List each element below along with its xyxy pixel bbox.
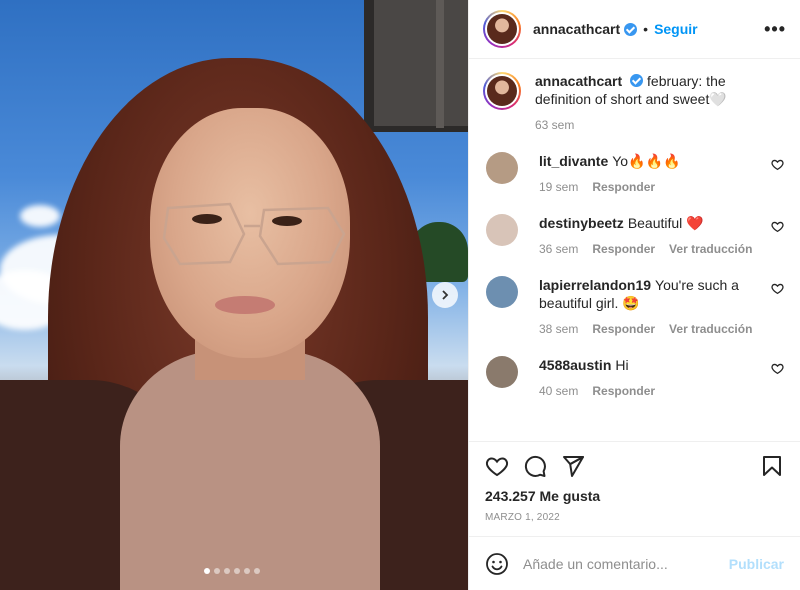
comment-username[interactable]: lapierrelandon19 bbox=[539, 277, 651, 293]
comment-icon[interactable] bbox=[523, 454, 547, 478]
reply-button[interactable]: Responder bbox=[592, 242, 655, 256]
comment-body: lapierrelandon19 You're such a beautiful … bbox=[539, 276, 769, 338]
more-options-icon[interactable]: ••• bbox=[764, 19, 786, 40]
heart-icon[interactable] bbox=[485, 454, 509, 478]
bookmark-icon[interactable] bbox=[760, 454, 784, 478]
caption-avatar-inner bbox=[485, 74, 519, 108]
comment-text: Beautiful ❤️ bbox=[627, 215, 704, 231]
translate-button[interactable]: Ver traducción bbox=[669, 322, 752, 336]
verified-badge-icon bbox=[630, 74, 644, 87]
caption-body: annacathcart february: the definition of… bbox=[535, 72, 755, 134]
verified-badge-icon bbox=[624, 22, 638, 36]
carousel-dot bbox=[214, 568, 220, 574]
reply-button[interactable]: Responder bbox=[592, 322, 655, 336]
photo-lips bbox=[215, 296, 275, 314]
comment-username[interactable]: lit_divante bbox=[539, 153, 608, 169]
reply-button[interactable]: Responder bbox=[592, 180, 655, 194]
comments-list[interactable]: annacathcart february: the definition of… bbox=[469, 60, 800, 440]
emoji-icon[interactable] bbox=[485, 552, 509, 576]
action-icons bbox=[485, 454, 784, 478]
like-count[interactable]: 243.257 Me gusta bbox=[485, 488, 784, 504]
comment-avatar[interactable] bbox=[486, 152, 518, 184]
post-actions: 243.257 Me gusta MARZO 1, 2022 bbox=[469, 441, 800, 523]
comment-meta: 19 sem Responder bbox=[539, 178, 769, 196]
comment-avatar[interactable] bbox=[486, 356, 518, 388]
post-panel: annacathcart • Seguir ••• annacathcart f… bbox=[468, 0, 800, 590]
author-avatar[interactable] bbox=[483, 10, 521, 48]
carousel-dots bbox=[204, 568, 260, 574]
comment-body: lit_divante Yo🔥🔥🔥 19 sem Responder bbox=[539, 152, 769, 196]
comment-username[interactable]: destinybeetz bbox=[539, 215, 624, 231]
carousel-dot bbox=[254, 568, 260, 574]
add-comment-bar: Publicar bbox=[469, 536, 800, 590]
comment-item: lit_divante Yo🔥🔥🔥 19 sem Responder bbox=[483, 152, 786, 196]
heart-icon[interactable] bbox=[771, 362, 784, 375]
post-caption: annacathcart february: the definition of… bbox=[483, 72, 786, 134]
post-date[interactable]: MARZO 1, 2022 bbox=[485, 512, 784, 523]
author-avatar-inner bbox=[485, 12, 519, 46]
heart-icon[interactable] bbox=[771, 158, 784, 171]
carousel-dot bbox=[244, 568, 250, 574]
author-avatar-image bbox=[487, 14, 517, 44]
post-header: annacathcart • Seguir ••• bbox=[469, 0, 800, 59]
publish-button[interactable]: Publicar bbox=[729, 556, 784, 572]
comment-item: 4588austin Hi 40 sem Responder bbox=[483, 356, 786, 400]
comment-text: Yo🔥🔥🔥 bbox=[612, 153, 681, 169]
caption-username[interactable]: annacathcart bbox=[535, 73, 622, 89]
comment-body: 4588austin Hi 40 sem Responder bbox=[539, 356, 769, 400]
comment-time[interactable]: 36 sem bbox=[539, 242, 578, 256]
photo-cloud bbox=[20, 205, 60, 227]
comment-item: destinybeetz Beautiful ❤️ 36 sem Responder V… bbox=[483, 214, 786, 258]
comment-input[interactable] bbox=[523, 555, 729, 572]
heart-icon[interactable] bbox=[771, 282, 784, 295]
reply-button[interactable]: Responder bbox=[592, 384, 655, 398]
chevron-right-icon bbox=[442, 290, 449, 300]
carousel-dot bbox=[224, 568, 230, 574]
send-icon[interactable] bbox=[561, 454, 585, 478]
comment-item: lapierrelandon19 You're such a beautiful … bbox=[483, 276, 786, 338]
author-username[interactable]: annacathcart bbox=[533, 21, 620, 37]
photo-roof-stripe bbox=[436, 0, 444, 128]
comment-time[interactable]: 40 sem bbox=[539, 384, 578, 398]
caption-time[interactable]: 63 sem bbox=[535, 118, 574, 132]
caption-avatar[interactable] bbox=[483, 72, 521, 110]
translate-button[interactable]: Ver traducción bbox=[669, 242, 752, 256]
comment-text: Hi bbox=[615, 357, 629, 373]
comment-time[interactable]: 19 sem bbox=[539, 180, 578, 194]
comment-meta: 38 sem Responder Ver traducción bbox=[539, 320, 769, 338]
photo-roof bbox=[364, 0, 468, 132]
comment-meta: 36 sem Responder Ver traducción bbox=[539, 240, 769, 258]
comment-username[interactable]: 4588austin bbox=[539, 357, 611, 373]
caption-meta: 63 sem bbox=[535, 116, 755, 134]
comment-avatar[interactable] bbox=[486, 214, 518, 246]
comment-avatar[interactable] bbox=[486, 276, 518, 308]
caption-avatar-image bbox=[487, 76, 517, 106]
carousel-dot bbox=[234, 568, 240, 574]
post-photo[interactable] bbox=[0, 0, 468, 590]
comment-container: lit_divante Yo🔥🔥🔥 19 sem Responder destinybe… bbox=[483, 152, 786, 400]
heart-icon[interactable] bbox=[771, 220, 784, 233]
photo-hoodie bbox=[120, 350, 380, 590]
comment-time[interactable]: 38 sem bbox=[539, 322, 578, 336]
header-separator: • bbox=[643, 21, 649, 37]
comment-body: destinybeetz Beautiful ❤️ 36 sem Responder V… bbox=[539, 214, 769, 258]
next-slide-button[interactable] bbox=[432, 282, 458, 308]
follow-button[interactable]: Seguir bbox=[654, 21, 698, 37]
carousel-dot bbox=[204, 568, 210, 574]
photo-glasses bbox=[162, 202, 346, 266]
comment-meta: 40 sem Responder bbox=[539, 382, 769, 400]
